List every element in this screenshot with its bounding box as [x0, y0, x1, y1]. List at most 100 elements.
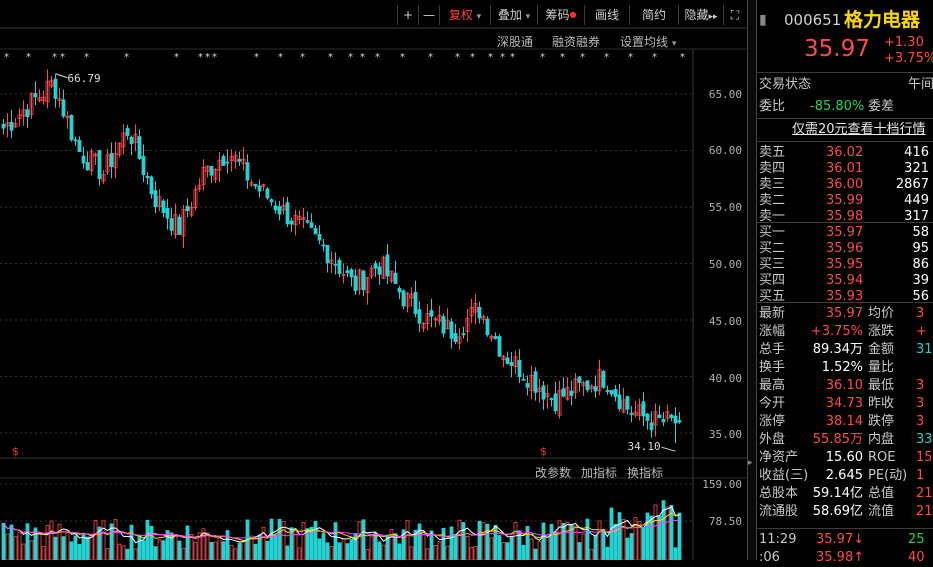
kline-chart-area[interactable]: 66.79 34.10 * * * * * * * * * * * * * * * * * * * * * * * * * * * * * *…	[0, 0, 747, 560]
hide-button[interactable]: 隐藏▸▸	[678, 5, 723, 25]
volume-bar	[345, 543, 350, 560]
event-marker-icon: *	[300, 52, 305, 63]
tick-price: 35.97↓	[816, 532, 865, 547]
stat-value: 59.14亿	[812, 486, 863, 501]
event-marker-icon: *	[560, 52, 565, 63]
stat-value: +3.75%	[810, 324, 863, 339]
volume-bar	[445, 545, 450, 560]
shengutong-link[interactable]: 深股通	[497, 33, 533, 50]
draw-line-button[interactable]: 画线	[584, 5, 629, 25]
stat-label-2: 涨跌	[868, 324, 895, 339]
volume-tick-max: 159.00	[702, 478, 742, 491]
volume-bar	[17, 531, 22, 560]
promo-text[interactable]: 仅需20元查看十档行情	[792, 121, 926, 139]
volume-bar	[265, 540, 270, 560]
volume-bar	[369, 536, 374, 560]
event-marker-icon: *	[604, 52, 609, 63]
stat-label: 今开	[759, 396, 786, 411]
volume-bar	[49, 520, 54, 560]
volume-bar	[421, 530, 426, 560]
margin-trading-link[interactable]: 融资融券	[552, 33, 600, 50]
volume-bar	[57, 523, 62, 560]
candle-body	[221, 155, 226, 166]
bid-price: 35.93	[826, 289, 864, 304]
volume-bar	[321, 533, 326, 560]
candle-body	[69, 115, 74, 141]
overlay-dropdown[interactable]: 叠加 ▾	[490, 5, 537, 25]
stat-row: 外盘 55.85万内盘 33.	[756, 431, 933, 449]
chip-button[interactable]: 筹码●	[537, 5, 584, 25]
candle-body	[257, 185, 262, 192]
promo-link[interactable]: 仅需20元查看十档行情	[756, 121, 933, 139]
stat-label: 流通股	[759, 504, 799, 519]
switch-indicator-button[interactable]: 换指标	[627, 464, 663, 481]
stat-label: 换手	[759, 360, 786, 375]
volume-bar	[617, 512, 622, 560]
weibi-value: -85.80%	[810, 99, 865, 114]
volume-bar	[349, 539, 354, 560]
stat-label-2: ROE	[868, 450, 896, 465]
price-change: +1.30	[884, 35, 924, 50]
max-marker-arrow	[55, 73, 68, 79]
zoom-in-button[interactable]: +	[397, 5, 418, 25]
candle-body	[333, 263, 338, 266]
divider	[756, 141, 933, 142]
volume-bar	[561, 522, 566, 560]
stat-row: 换手 1.52% 量比	[756, 359, 933, 377]
candle-body	[669, 414, 674, 418]
volume-bar	[441, 527, 446, 560]
candle-body	[509, 362, 514, 366]
candle-body	[345, 270, 350, 274]
candle-body	[401, 290, 406, 307]
candle-body	[517, 360, 522, 378]
candle-body	[337, 259, 342, 274]
caret-down-icon: ▾	[525, 12, 531, 22]
add-indicator-button[interactable]: 加指标	[581, 464, 617, 481]
min-marker-arrow	[661, 446, 676, 452]
tick-price: 35.98↑	[816, 550, 865, 565]
candle-body	[61, 99, 66, 117]
candle-body	[525, 383, 530, 388]
candle-body	[649, 422, 654, 431]
divider	[756, 302, 933, 303]
volume-bar	[177, 540, 182, 560]
volume-bar	[581, 533, 586, 560]
volume-bar	[293, 528, 298, 560]
volume-bar	[429, 530, 434, 560]
candle-body	[209, 165, 214, 176]
volume-bar	[273, 534, 278, 560]
menu-icon[interactable]: ▮	[759, 8, 767, 32]
chevron-right-icon[interactable]: ▸	[748, 458, 753, 468]
hide-label: 隐藏	[684, 8, 709, 22]
fuquan-dropdown[interactable]: 复权 ▾	[439, 5, 490, 25]
fuquan-label: 复权	[448, 8, 473, 22]
volume-bar	[393, 533, 398, 560]
change-param-button[interactable]: 改参数	[535, 464, 571, 481]
event-marker-icon: *	[212, 52, 217, 63]
volume-bar	[233, 548, 238, 560]
fullscreen-icon[interactable]: ⛶	[723, 5, 746, 25]
volume-bar	[601, 528, 606, 560]
volume-bar	[33, 527, 38, 560]
volume-bar	[481, 522, 486, 560]
ma-setting-dropdown[interactable]: 设置均线 ▾	[620, 33, 676, 50]
volume-bar	[41, 546, 46, 560]
event-marker-icon: *	[84, 52, 89, 63]
candle-body	[601, 370, 606, 388]
stat-value: 38.14	[825, 414, 863, 429]
candle-body	[305, 220, 310, 223]
simple-mode-button[interactable]: 简约	[629, 5, 678, 25]
candle-body	[417, 309, 422, 324]
volume-bar	[229, 544, 234, 560]
zoom-out-button[interactable]: —	[418, 5, 439, 25]
caret-down-icon: ▾	[476, 12, 482, 22]
volume-bar	[93, 520, 98, 560]
volume-bar	[545, 534, 550, 560]
volume-bar	[157, 539, 162, 560]
stat-value: 34.73	[825, 396, 863, 411]
event-marker-icon: *	[4, 52, 9, 63]
min-price-label: 34.10	[628, 440, 661, 453]
candle-body	[505, 357, 510, 364]
stat-value: 1.52%	[821, 360, 863, 375]
event-marker-icon: *	[52, 52, 57, 63]
